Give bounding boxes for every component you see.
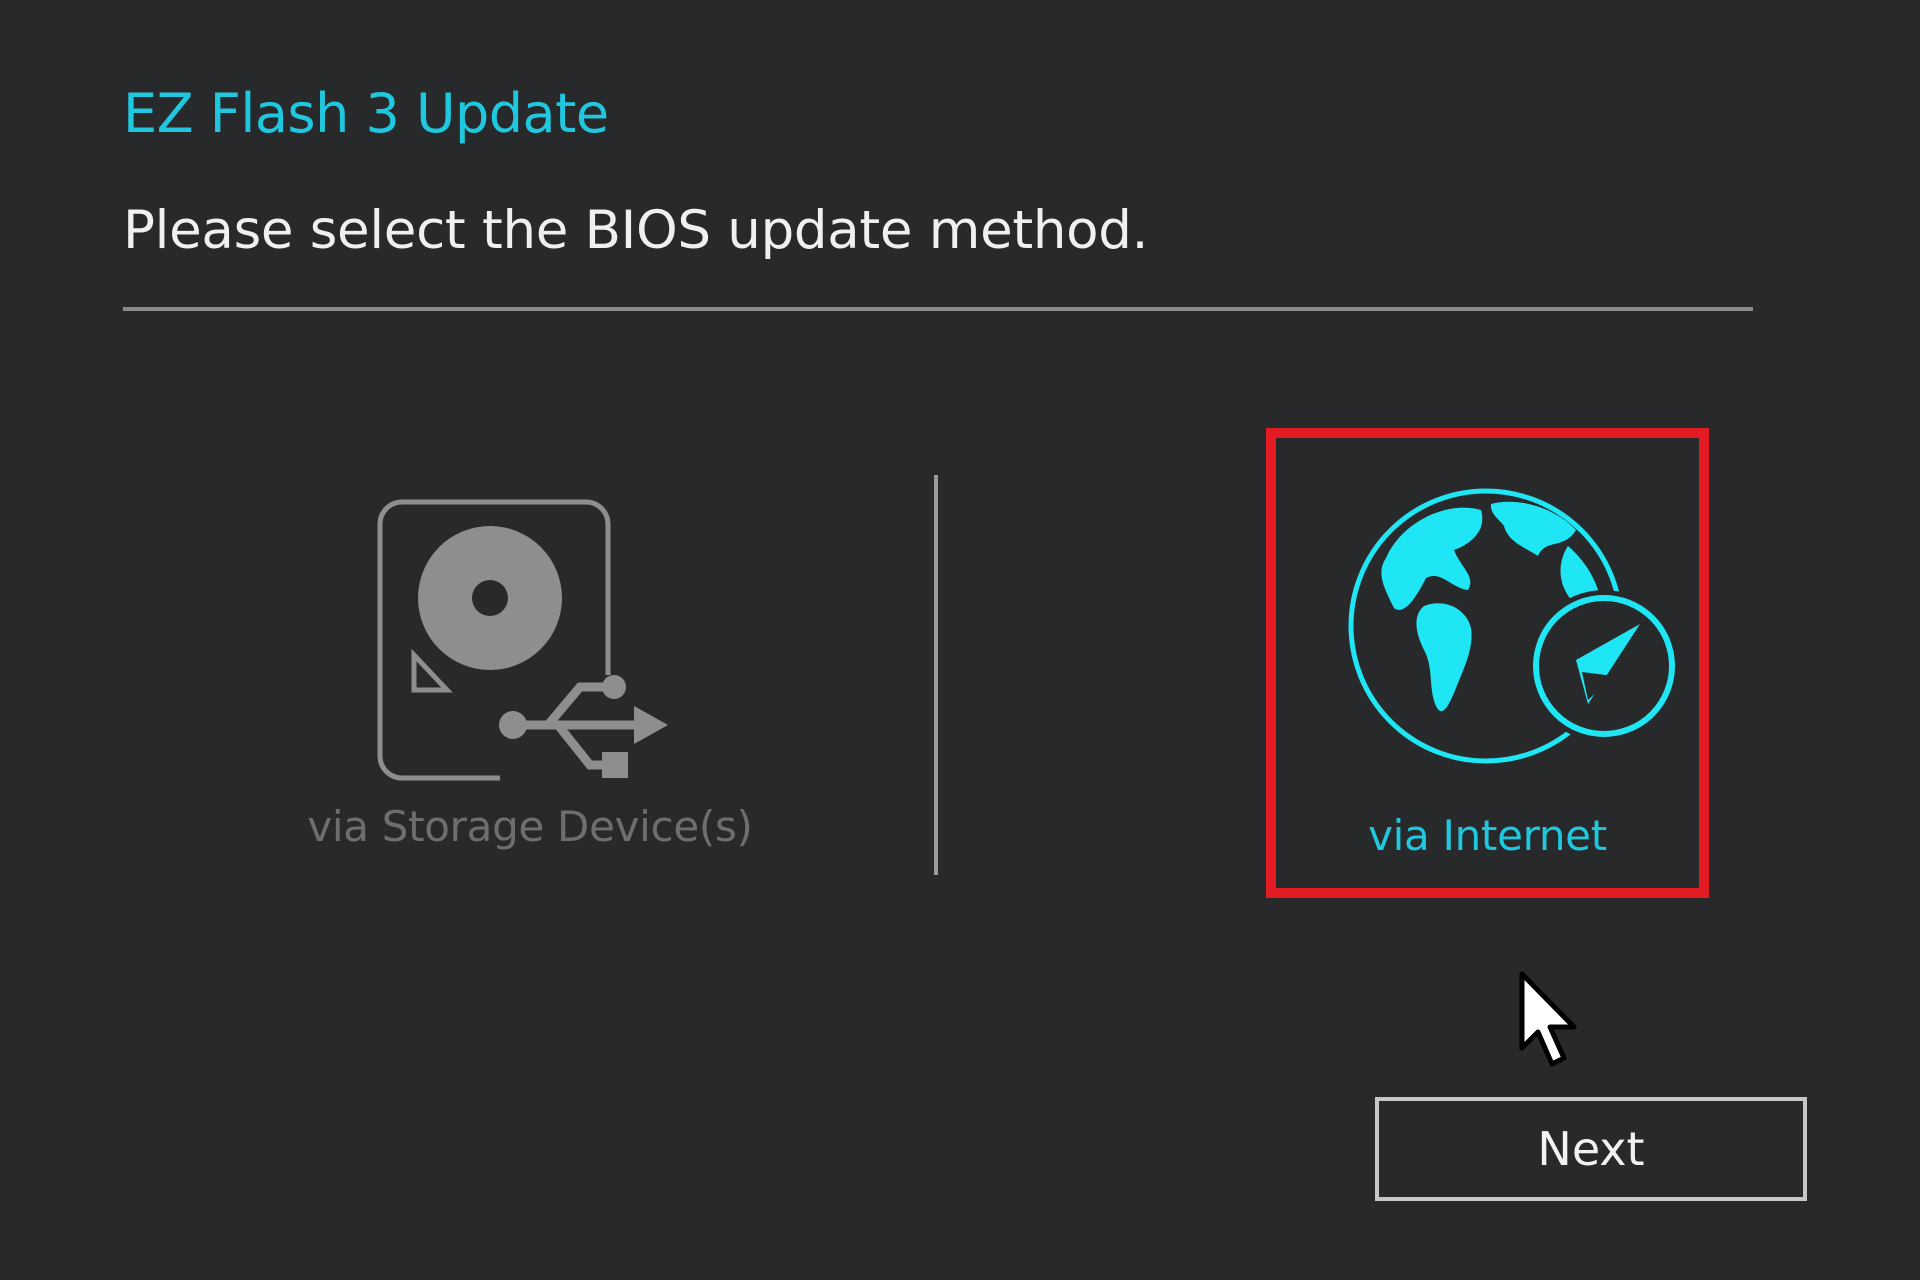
globe-compass-icon <box>1348 488 1680 764</box>
option-internet[interactable]: via Internet <box>1266 428 1709 898</box>
storage-device-usb-icon <box>377 499 670 785</box>
option-internet-label: via Internet <box>1368 811 1607 860</box>
dialog-title: EZ Flash 3 Update <box>123 82 609 145</box>
option-storage-device[interactable]: via Storage Device(s) <box>290 480 770 860</box>
options-divider <box>934 475 938 875</box>
dialog-prompt: Please select the BIOS update method. <box>123 200 1149 261</box>
next-button[interactable]: Next <box>1375 1097 1807 1201</box>
header-divider <box>123 307 1753 311</box>
option-storage-label: via Storage Device(s) <box>307 802 753 851</box>
mouse-pointer-icon <box>1519 971 1577 1067</box>
ez-flash-update-screen: EZ Flash 3 Update Please select the BIOS… <box>0 0 1920 1280</box>
